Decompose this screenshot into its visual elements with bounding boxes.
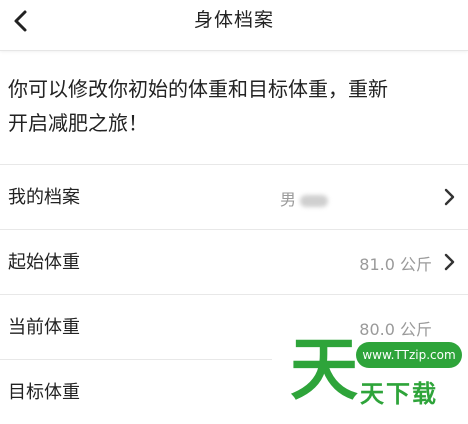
watermark-url: www.TTzip.com — [356, 342, 462, 368]
row-label: 当前体重 — [8, 317, 80, 338]
intro-line-2: 开启减肥之旅！ — [8, 111, 148, 135]
gender-value: 男 — [279, 190, 296, 209]
blurred-value — [300, 194, 328, 207]
row-start-weight[interactable]: 起始体重 81.0 公斤 — [0, 230, 468, 294]
row-value: 81.0 公斤 — [359, 255, 432, 274]
row-label: 起始体重 — [8, 252, 80, 273]
page-title: 身体档案 — [193, 9, 274, 31]
watermark-text: 天下载 — [360, 380, 438, 408]
row-my-profile[interactable]: 我的档案 男 — [0, 165, 468, 229]
row-label: 我的档案 — [8, 187, 80, 208]
intro-text: 你可以修改你初始的体重和目标体重，重新 开启减肥之旅！ — [8, 72, 460, 140]
watermark-logo-char: 天 — [290, 331, 359, 410]
nav-bar: 身体档案 — [0, 0, 468, 51]
chevron-right-icon — [444, 188, 455, 206]
row-value: 男 — [280, 186, 328, 210]
intro-line-1: 你可以修改你初始的体重和目标体重，重新 — [8, 77, 388, 101]
chevron-right-icon — [444, 253, 455, 271]
row-label: 目标体重 — [8, 382, 80, 403]
watermark: 天 www.TTzip.com 天下载 — [290, 332, 468, 410]
